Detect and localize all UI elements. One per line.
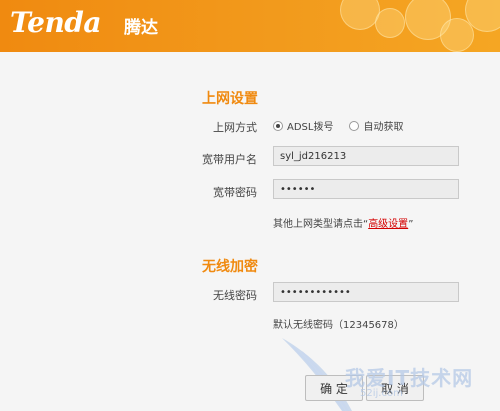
brand-logo: Tenda xyxy=(10,6,102,39)
decor-bubble xyxy=(340,0,380,30)
hint-suffix: ” xyxy=(408,219,414,230)
advanced-hint: 其他上网类型请点击“高级设置” xyxy=(273,215,413,230)
wireless-password-input[interactable] xyxy=(273,282,459,302)
radio-unchecked-icon[interactable] xyxy=(349,120,360,131)
username-label: 宽带用户名 xyxy=(202,153,257,166)
decor-bubble xyxy=(375,8,405,38)
mode-label: 上网方式 xyxy=(213,121,257,134)
cancel-button[interactable]: 取 消 xyxy=(366,375,424,401)
brand-cn-name: 腾达 xyxy=(124,18,158,38)
internet-section-title: 上网设置 xyxy=(202,91,258,107)
confirm-button[interactable]: 确 定 xyxy=(305,375,363,401)
mode-option-dhcp-label: 自动获取 xyxy=(363,122,404,133)
mode-option-dhcp[interactable]: 自动获取 xyxy=(349,118,403,133)
mode-radio-group: ADSL拨号 自动获取 xyxy=(273,118,419,133)
default-wireless-hint: 默认无线密码（12345678） xyxy=(273,320,404,331)
radio-checked-icon[interactable] xyxy=(273,120,283,131)
advanced-settings-link[interactable]: 高级设置 xyxy=(368,219,408,230)
password-input[interactable] xyxy=(273,179,459,199)
mode-option-adsl[interactable]: ADSL拨号 xyxy=(273,118,333,133)
password-label: 宽带密码 xyxy=(213,186,257,199)
wireless-password-label: 无线密码 xyxy=(213,289,257,302)
hint-prefix: 其他上网类型请点击“ xyxy=(273,219,369,230)
header-banner: Tenda 腾达 xyxy=(0,0,500,52)
username-input[interactable] xyxy=(273,146,459,166)
mode-option-adsl-label: ADSL拨号 xyxy=(287,122,334,133)
wireless-section-title: 无线加密 xyxy=(202,259,258,275)
